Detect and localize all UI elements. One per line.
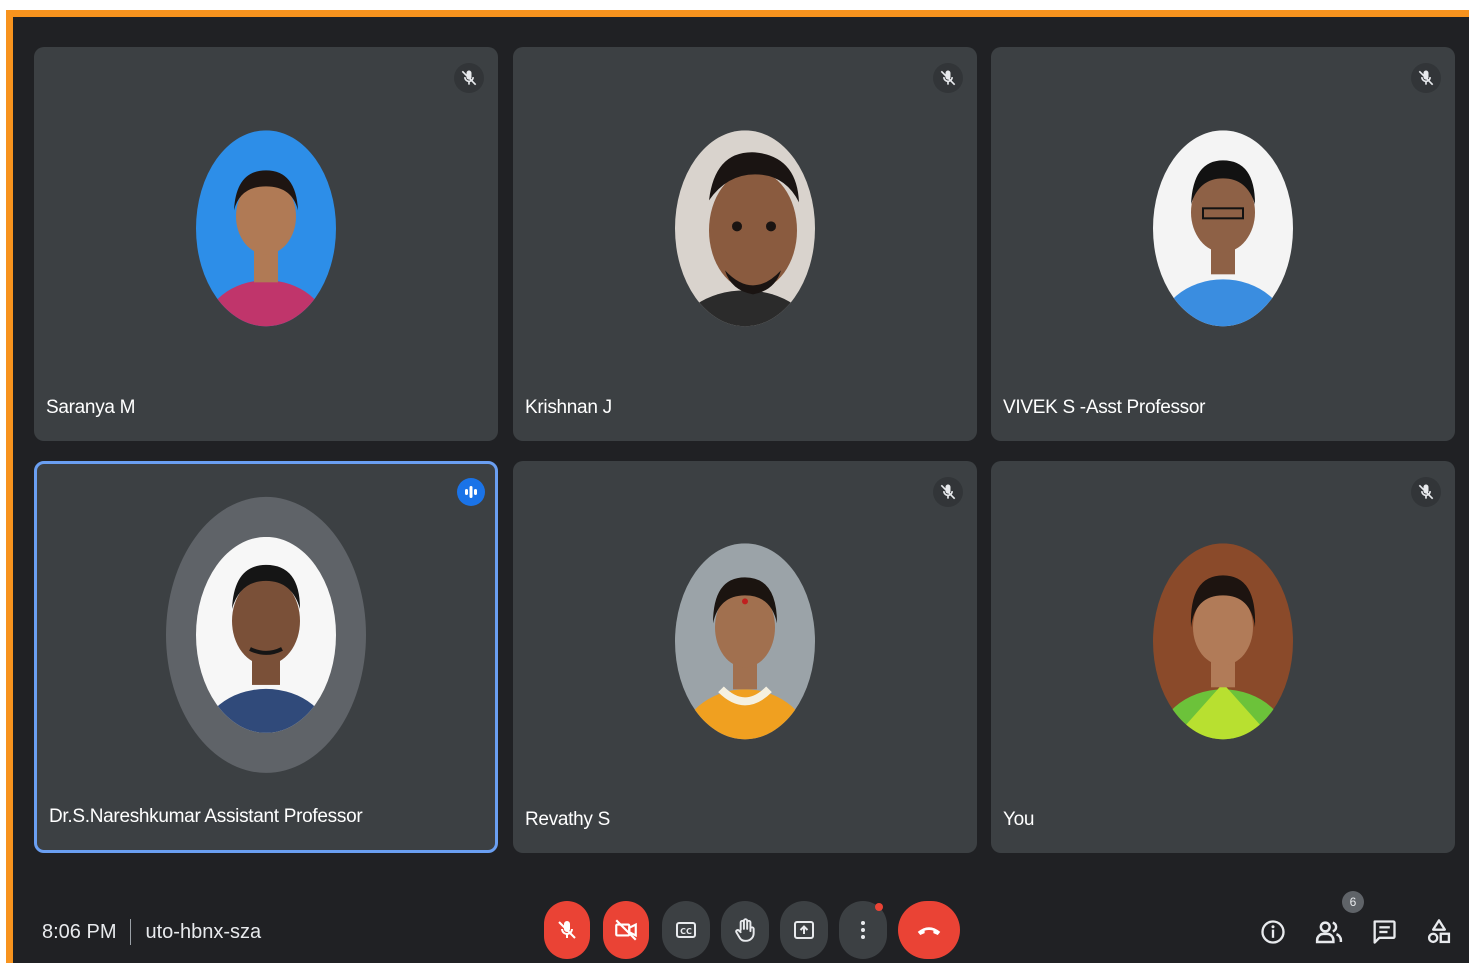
avatar-photo [675,130,815,327]
people-button[interactable] [1312,915,1346,949]
avatar-photo [1153,543,1293,740]
participant-name: You [1003,809,1035,830]
call-end-icon [917,927,941,935]
participant-avatar [675,543,815,740]
meeting-control-bar: 8:06 PM uto-hbnx-sza CC 6 [26,877,1469,970]
mic-off-icon [933,63,963,93]
microphone-toggle-button[interactable] [544,901,590,959]
more-options-button[interactable] [839,901,887,959]
avatar-photo [196,536,336,733]
participant-avatar [196,130,336,327]
info-icon [1261,920,1285,944]
present-icon [794,921,814,939]
participant-name: VIVEK S -Asst Professor [1003,397,1206,418]
participant-tile-revathy[interactable]: Revathy S [513,461,977,853]
mic-off-icon [454,63,484,93]
activities-shapes-icon [1427,919,1451,944]
camera-toggle-button[interactable] [603,901,649,959]
participant-avatar [166,496,366,773]
participant-name: Revathy S [525,809,610,830]
participant-tile-saranya[interactable]: Saranya M [34,47,498,441]
hand-icon [735,918,755,942]
divider [130,919,132,945]
mic-off-icon [558,921,576,939]
meeting-window: Saranya M Krishnan J VIVEK S -Asst Profe… [6,10,1469,963]
chat-button[interactable] [1367,915,1401,949]
captions-button[interactable]: CC [662,901,710,959]
current-time: 8:06 PM [42,920,117,943]
mic-off-icon [1411,63,1441,93]
notification-dot [875,903,883,911]
participant-tile-krishnan[interactable]: Krishnan J [513,47,977,441]
people-icon [1315,921,1343,944]
participant-name: Dr.S.Nareshkumar Assistant Professor [49,806,363,827]
participant-name: Krishnan J [525,397,612,418]
participant-avatar [675,130,815,327]
meeting-code: uto-hbnx-sza [145,920,262,943]
participant-avatar [1153,130,1293,327]
meeting-info: 8:06 PM uto-hbnx-sza [42,919,261,945]
raise-hand-button[interactable] [721,901,769,959]
speaking-halo [166,496,366,773]
participant-avatar [1153,543,1293,740]
mic-off-icon [1411,477,1441,507]
mic-off-icon [933,477,963,507]
activities-button[interactable] [1422,915,1456,949]
more-vert-icon [861,921,865,939]
meeting-details-button[interactable] [1256,915,1290,949]
svg-text:CC: CC [680,927,692,936]
participant-tile-you[interactable]: You [991,461,1455,853]
participant-tile-nareshkumar[interactable]: Dr.S.Nareshkumar Assistant Professor [34,461,498,853]
closed-captions-icon: CC [676,922,696,938]
avatar-photo [1153,130,1293,327]
avatar-photo [196,130,336,327]
avatar-photo [675,543,815,740]
participant-name: Saranya M [46,397,136,418]
leave-call-button[interactable] [898,901,960,959]
participant-count-badge: 6 [1342,891,1364,913]
present-screen-button[interactable] [780,901,828,959]
camera-off-icon [615,919,637,941]
participant-tile-vivek[interactable]: VIVEK S -Asst Professor [991,47,1455,441]
chat-icon [1373,920,1396,944]
speaking-indicator-icon [457,478,485,506]
